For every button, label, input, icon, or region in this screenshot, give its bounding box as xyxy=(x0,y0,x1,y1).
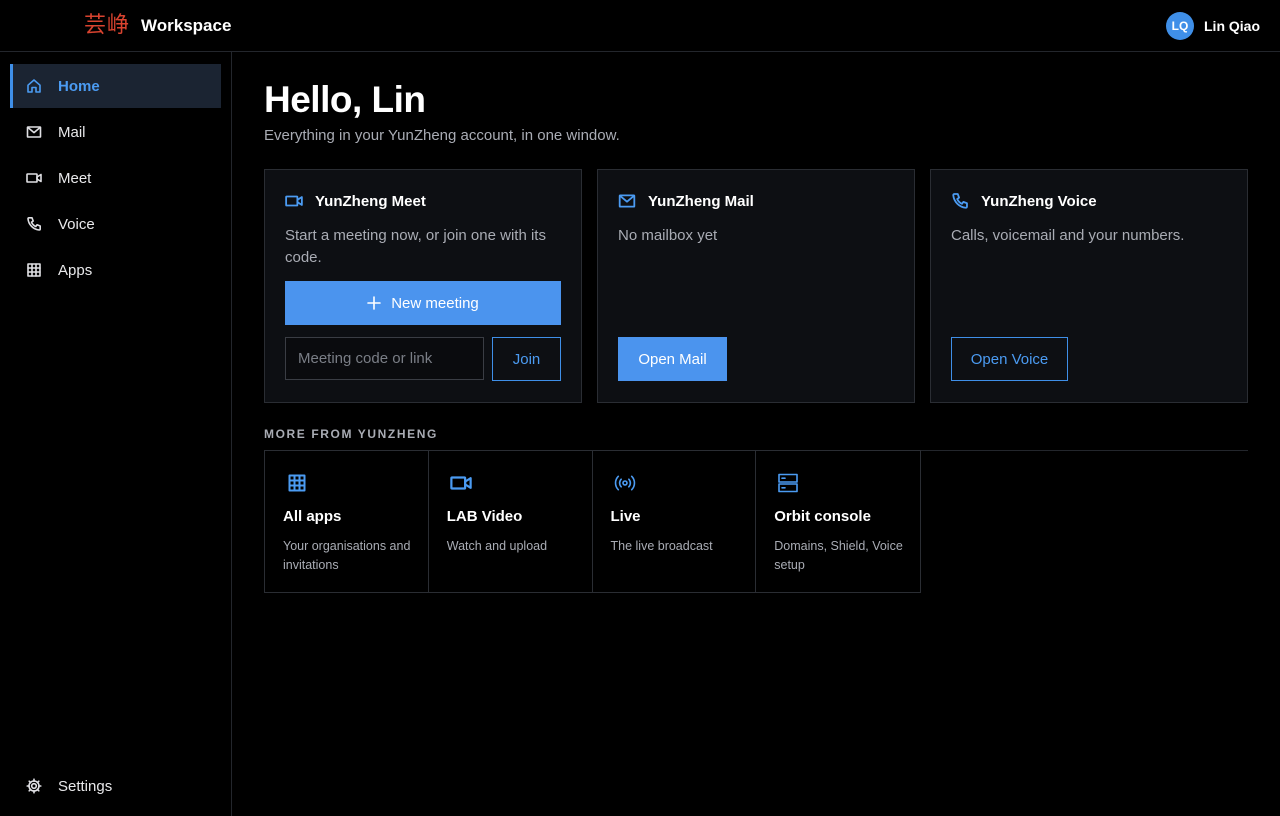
tile-title: LAB Video xyxy=(446,508,523,525)
gear-icon xyxy=(26,778,42,794)
card-description: Start a meeting now, or join one with it… xyxy=(285,227,546,266)
tile-title: Orbit console xyxy=(774,508,871,525)
video-icon xyxy=(285,192,303,210)
brand[interactable]: 芸峥 Workspace xyxy=(84,0,231,52)
mail-icon xyxy=(26,124,42,140)
meet-card: YunZheng Meet Start a meeting now, or jo… xyxy=(264,169,582,403)
open-mail-button[interactable]: Open Mail xyxy=(618,337,727,381)
home-icon xyxy=(26,78,42,94)
video-icon xyxy=(26,170,42,186)
user-name: Lin Qiao xyxy=(1204,18,1260,34)
mail-icon xyxy=(618,192,636,210)
sidebar-item-label: Settings xyxy=(58,777,113,795)
tile-orbit-console[interactable]: Orbit console Domains, Shield, Voice set… xyxy=(756,451,920,592)
tile-title: Live xyxy=(610,508,641,525)
grid-icon xyxy=(285,471,309,495)
sidebar-item-meet[interactable]: Meet xyxy=(10,156,221,200)
sidebar-item-mail[interactable]: Mail xyxy=(10,110,221,154)
tile-all-apps[interactable]: All apps Your organisations and invitati… xyxy=(265,451,429,592)
tile-description: Watch and upload xyxy=(446,539,548,553)
server-icon xyxy=(776,471,800,495)
user-menu[interactable]: LQ Lin Qiao xyxy=(1166,0,1260,52)
sidebar-item-label: Voice xyxy=(58,215,95,233)
sidebar: Home Mail Meet Voice Apps Settings xyxy=(0,52,232,816)
more-apps-grid: All apps Your organisations and invitati… xyxy=(264,450,921,593)
card-title: YunZheng Mail xyxy=(648,192,754,210)
card-header: YunZheng Voice xyxy=(951,192,1097,210)
sidebar-item-label: Mail xyxy=(58,123,86,141)
phone-icon xyxy=(26,216,42,232)
sidebar-item-settings[interactable]: Settings xyxy=(10,764,221,808)
brand-logo: 芸峥 xyxy=(84,13,131,38)
sidebar-item-label: Home xyxy=(58,77,100,95)
avatar[interactable]: LQ xyxy=(1166,12,1194,40)
section-heading: MORE FROM YUNZHENG xyxy=(264,427,438,441)
page-title: Hello, Lin xyxy=(264,79,426,120)
tile-live[interactable]: Live The live broadcast xyxy=(593,451,757,592)
new-meeting-button[interactable]: New meeting xyxy=(285,281,561,325)
app-name: Workspace xyxy=(141,16,232,35)
sidebar-item-label: Meet xyxy=(58,169,92,187)
phone-icon xyxy=(951,192,969,210)
card-title: YunZheng Voice xyxy=(981,192,1097,210)
join-button[interactable]: Join xyxy=(492,337,561,381)
tile-description: The live broadcast xyxy=(610,539,713,553)
card-header: YunZheng Mail xyxy=(618,192,754,210)
page-subtitle: Everything in your YunZheng account, in … xyxy=(264,127,620,144)
tile-lab-video[interactable]: LAB Video Watch and upload xyxy=(429,451,593,592)
tile-title: All apps xyxy=(283,508,342,525)
voice-card: YunZheng Voice Calls, voicemail and your… xyxy=(930,169,1248,403)
top-bar: 芸峥 Workspace LQ Lin Qiao xyxy=(0,0,1280,52)
open-voice-button[interactable]: Open Voice xyxy=(951,337,1068,381)
card-description: Calls, voicemail and your numbers. xyxy=(951,227,1185,244)
sidebar-item-voice[interactable]: Voice xyxy=(10,202,221,246)
plus-icon xyxy=(367,296,382,310)
broadcast-icon xyxy=(613,471,637,495)
video-icon xyxy=(449,471,473,495)
mail-card: YunZheng Mail No mailbox yet Open Mail xyxy=(597,169,915,403)
meeting-code-input[interactable] xyxy=(285,337,484,380)
tile-description: Your organisations and invitations xyxy=(283,539,411,572)
sidebar-item-home[interactable]: Home xyxy=(10,64,221,108)
sidebar-item-label: Apps xyxy=(58,261,93,279)
tile-description: Domains, Shield, Voice setup xyxy=(774,539,903,572)
sidebar-item-apps[interactable]: Apps xyxy=(10,248,221,292)
card-header: YunZheng Meet xyxy=(285,192,426,210)
card-description: No mailbox yet xyxy=(618,227,718,244)
grid-icon xyxy=(26,262,42,278)
button-label: New meeting xyxy=(391,294,479,312)
card-title: YunZheng Meet xyxy=(315,192,426,210)
